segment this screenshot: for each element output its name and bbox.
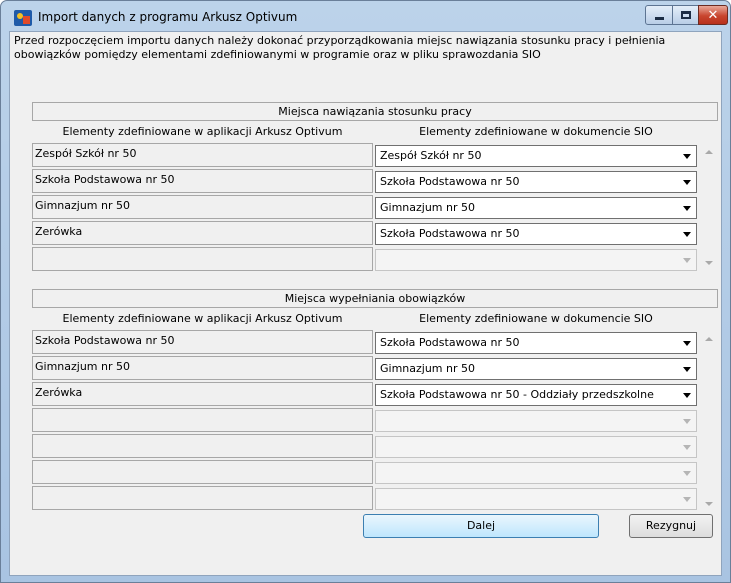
employment-target-combo[interactable]: Szkoła Podstawowa nr 50 bbox=[375, 171, 697, 193]
chevron-down-icon[interactable] bbox=[683, 206, 691, 211]
employment-target-combo[interactable] bbox=[375, 249, 697, 271]
employment-target-combo[interactable]: Szkoła Podstawowa nr 50 bbox=[375, 223, 697, 245]
maximize-icon bbox=[680, 11, 691, 19]
employment-target-combo[interactable]: Zespół Szkół nr 50 bbox=[375, 145, 697, 167]
duties-source-cell bbox=[32, 408, 373, 432]
scroll-down-icon[interactable] bbox=[705, 261, 713, 265]
scroll-down-icon[interactable] bbox=[705, 502, 713, 506]
next-button[interactable]: Dalej bbox=[363, 514, 599, 538]
duties-source-cell bbox=[32, 486, 373, 510]
employment-source-cell bbox=[32, 247, 373, 271]
chevron-down-icon[interactable] bbox=[683, 258, 691, 263]
app-logo-icon bbox=[14, 10, 32, 26]
duties-target-combo[interactable]: Szkoła Podstawowa nr 50 - Oddziały przed… bbox=[375, 384, 697, 406]
employment-scrollbar[interactable] bbox=[701, 143, 717, 271]
chevron-down-icon[interactable] bbox=[683, 367, 691, 372]
chevron-down-icon[interactable] bbox=[683, 419, 691, 424]
minimize-icon bbox=[654, 16, 664, 20]
combo-value: Gimnazjum nr 50 bbox=[380, 201, 476, 214]
duties-target-combo[interactable] bbox=[375, 488, 697, 510]
duties-target-combo[interactable] bbox=[375, 462, 697, 484]
combo-value: Szkoła Podstawowa nr 50 bbox=[380, 175, 520, 188]
chevron-down-icon[interactable] bbox=[683, 341, 691, 346]
scroll-up-icon[interactable] bbox=[705, 150, 713, 154]
employment-source-cell: Zespół Szkół nr 50 bbox=[32, 143, 373, 167]
duties-target-combo[interactable] bbox=[375, 436, 697, 458]
chevron-down-icon[interactable] bbox=[683, 445, 691, 450]
section-duties-left-header: Elementy zdefiniowane w aplikacji Arkusz… bbox=[62, 312, 343, 325]
combo-value: Gimnazjum nr 50 bbox=[380, 362, 476, 375]
window-title: Import danych z programu Arkusz Optivum bbox=[38, 10, 298, 24]
duties-scrollbar[interactable] bbox=[701, 330, 717, 512]
employment-source-cell: Szkoła Podstawowa nr 50 bbox=[32, 169, 373, 193]
cancel-button[interactable]: Rezygnuj bbox=[629, 514, 713, 538]
chevron-down-icon[interactable] bbox=[683, 180, 691, 185]
duties-target-combo[interactable]: Szkoła Podstawowa nr 50 bbox=[375, 332, 697, 354]
chevron-down-icon[interactable] bbox=[683, 471, 691, 476]
section-employment-left-header: Elementy zdefiniowane w aplikacji Arkusz… bbox=[62, 125, 343, 138]
combo-value: Zespół Szkół nr 50 bbox=[380, 149, 482, 162]
duties-source-cell: Zerówka bbox=[32, 382, 373, 406]
section-employment-right-header: Elementy zdefiniowane w dokumencie SIO bbox=[419, 125, 653, 138]
title-bar[interactable]: Import danych z programu Arkusz Optivum … bbox=[1, 1, 730, 31]
duties-source-cell: Gimnazjum nr 50 bbox=[32, 356, 373, 380]
minimize-button[interactable] bbox=[645, 5, 673, 25]
section-employment-title: Miejsca nawiązania stosunku pracy bbox=[32, 102, 718, 121]
employment-target-combo[interactable]: Gimnazjum nr 50 bbox=[375, 197, 697, 219]
section-duties-title: Miejsca wypełniania obowiązków bbox=[32, 289, 718, 308]
chevron-down-icon[interactable] bbox=[683, 232, 691, 237]
intro-text: Przed rozpoczęciem importu danych należy… bbox=[14, 34, 666, 61]
scroll-up-icon[interactable] bbox=[705, 337, 713, 341]
duties-target-combo[interactable] bbox=[375, 410, 697, 432]
duties-target-combo[interactable]: Gimnazjum nr 50 bbox=[375, 358, 697, 380]
chevron-down-icon[interactable] bbox=[683, 497, 691, 502]
combo-value: Szkoła Podstawowa nr 50 - Oddziały przed… bbox=[380, 388, 654, 401]
duties-source-cell bbox=[32, 434, 373, 458]
employment-source-cell: Gimnazjum nr 50 bbox=[32, 195, 373, 219]
chevron-down-icon[interactable] bbox=[683, 154, 691, 159]
duties-source-cell bbox=[32, 460, 373, 484]
close-button[interactable]: ✕ bbox=[698, 5, 728, 25]
employment-source-cell: Zerówka bbox=[32, 221, 373, 245]
combo-value: Szkoła Podstawowa nr 50 bbox=[380, 336, 520, 349]
dialog-window: Import danych z programu Arkusz Optivum … bbox=[0, 0, 731, 583]
chevron-down-icon[interactable] bbox=[683, 393, 691, 398]
duties-source-cell: Szkoła Podstawowa nr 50 bbox=[32, 330, 373, 354]
section-duties-right-header: Elementy zdefiniowane w dokumencie SIO bbox=[419, 312, 653, 325]
close-icon: ✕ bbox=[707, 7, 719, 23]
maximize-button[interactable] bbox=[672, 5, 699, 25]
combo-value: Szkoła Podstawowa nr 50 bbox=[380, 227, 520, 240]
